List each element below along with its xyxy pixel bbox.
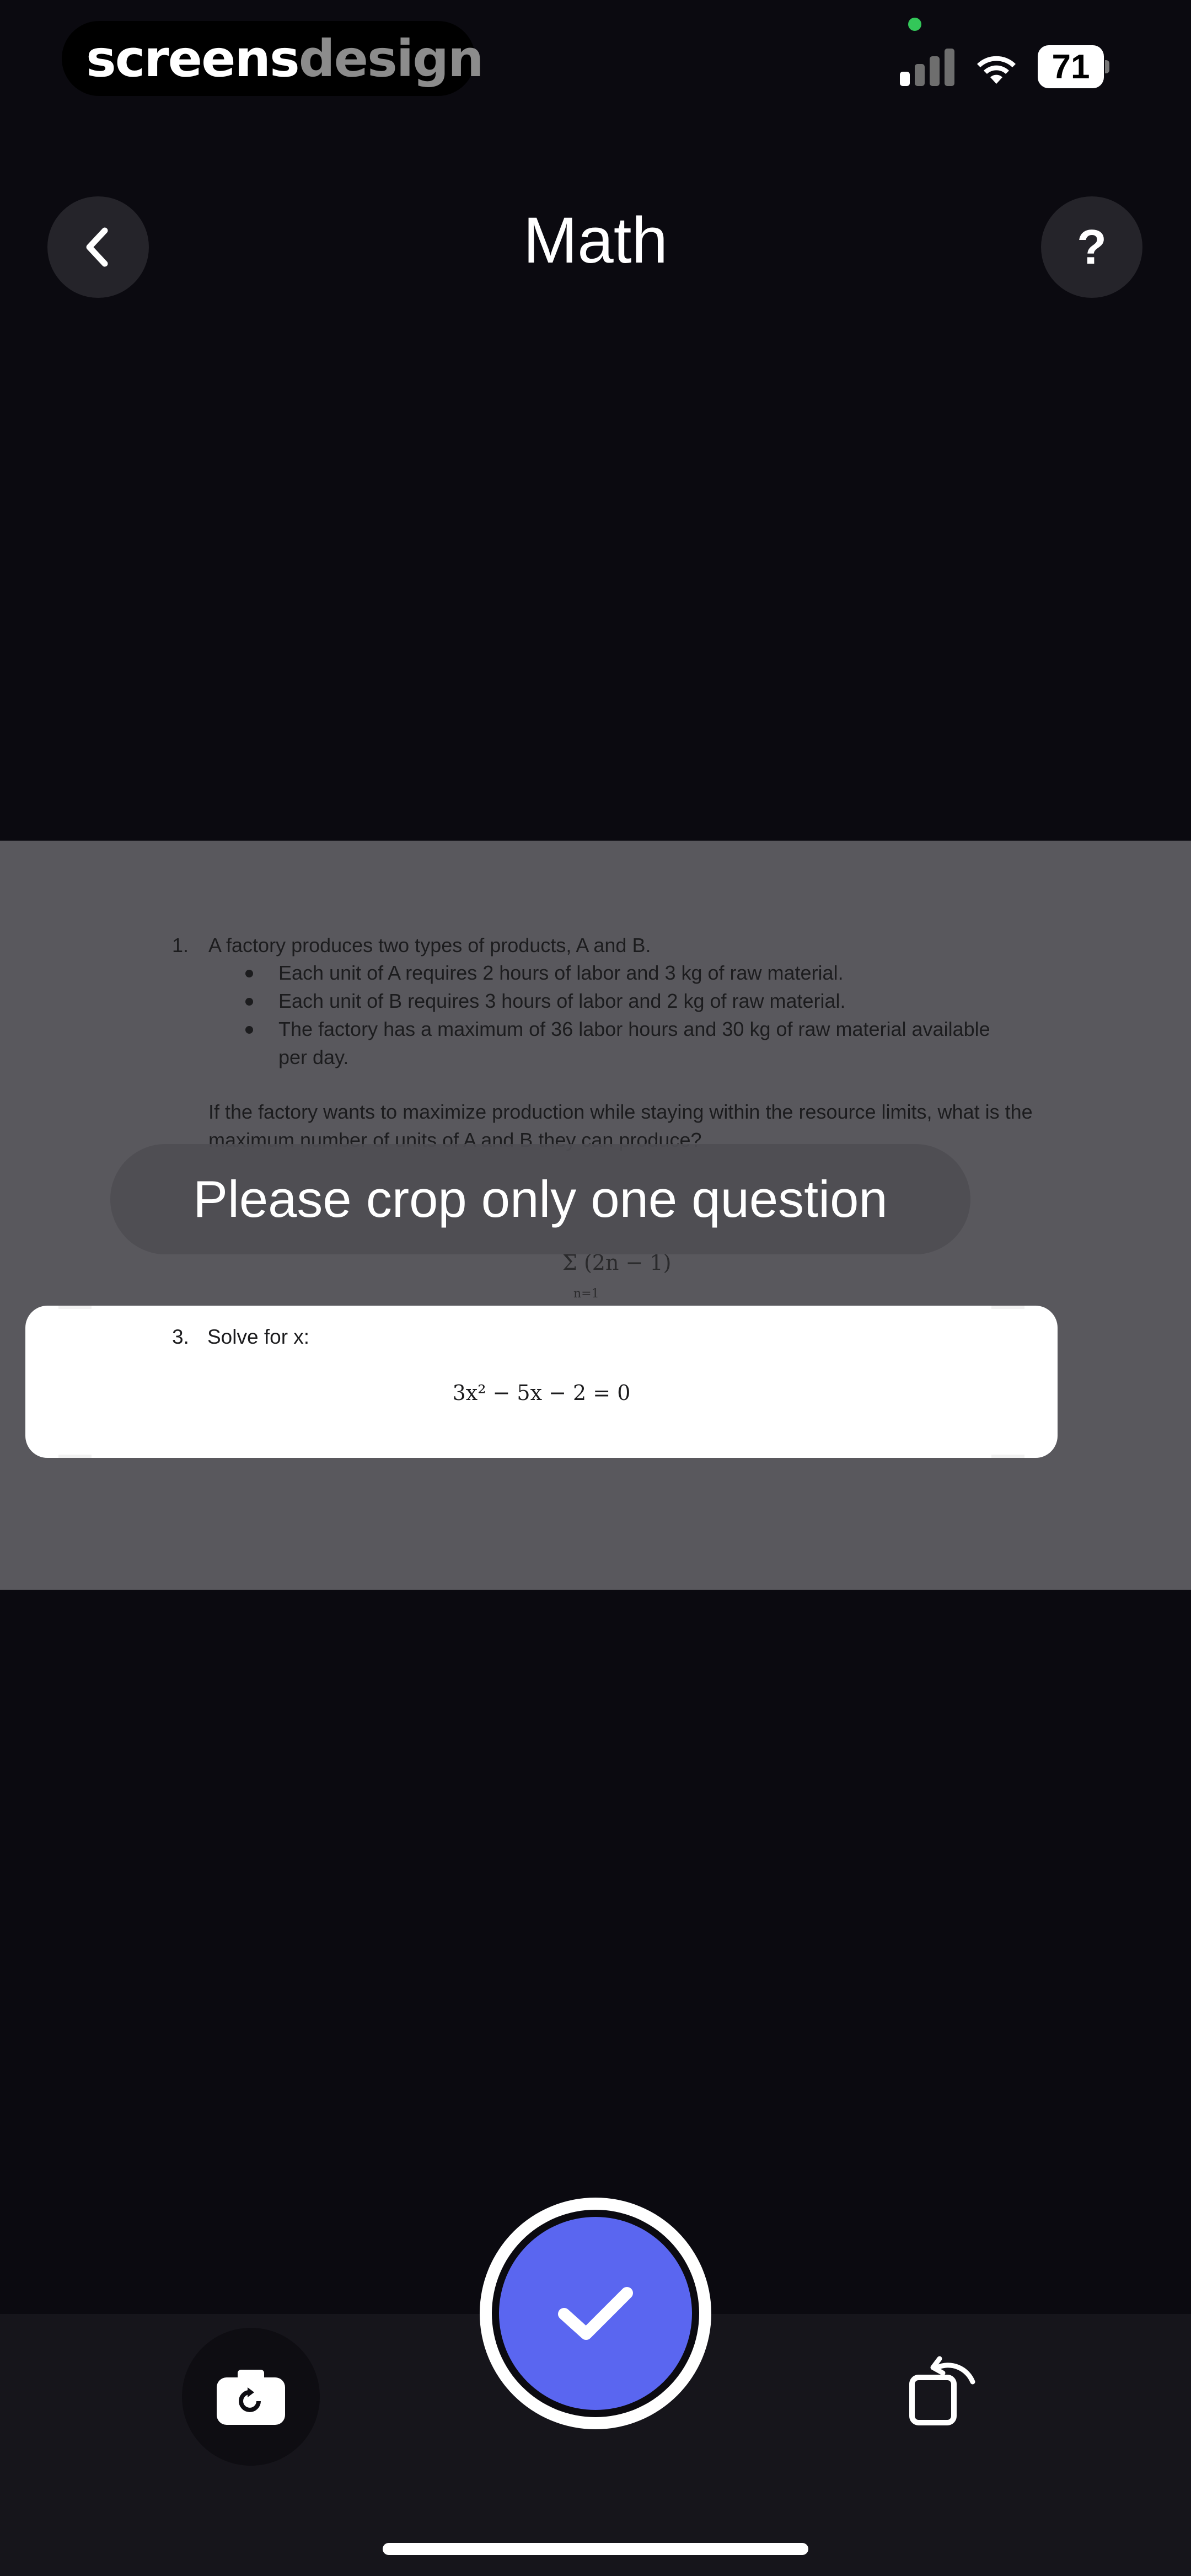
crop-handle-bottom-right[interactable] <box>991 1455 1024 1458</box>
crop-warning-toast: Please crop only one question <box>110 1144 970 1254</box>
battery-icon: 71 <box>1038 45 1109 88</box>
checkmark-icon <box>558 2287 633 2340</box>
page-title: Math <box>523 204 668 277</box>
crop-box[interactable]: 3. Solve for x: 3x² − 5x − 2 = 0 <box>25 1306 1058 1458</box>
question-number: 1. <box>172 934 189 956</box>
screensdesign-logo: screens design <box>62 21 484 96</box>
question-text: Solve for x: <box>207 1326 310 1348</box>
crop-handle-bottom-left[interactable] <box>58 1455 92 1458</box>
sum-lower-bound: n=1 <box>573 1287 599 1301</box>
confirm-core <box>499 2217 692 2410</box>
crop-handle-top-right[interactable] <box>991 1306 1024 1309</box>
confirm-ring <box>492 2210 699 2417</box>
retake-button[interactable] <box>182 2328 320 2466</box>
rotate-image-icon[interactable] <box>904 2351 981 2428</box>
crop-handle-top-left[interactable] <box>58 1306 92 1309</box>
question-intro: A factory produces two types of products… <box>208 934 651 956</box>
camera-indicator <box>908 18 921 31</box>
confirm-button[interactable] <box>480 2198 711 2429</box>
wifi-icon <box>977 56 1016 84</box>
battery-level: 71 <box>1038 45 1104 88</box>
question-bullets: Each unit of A requires 2 hours of labor… <box>245 959 1017 1071</box>
signal-icon <box>900 49 955 86</box>
home-indicator[interactable] <box>383 2543 808 2555</box>
camera-rotate-icon <box>217 2370 285 2425</box>
bullet-item: The factory has a maximum of 36 labor ho… <box>245 1015 1017 1071</box>
brand-part2: design <box>298 29 484 88</box>
bullet-item: Each unit of A requires 2 hours of labor… <box>245 959 1017 987</box>
help-button[interactable]: ? <box>1041 196 1142 298</box>
question-number: 3. <box>172 1326 189 1348</box>
equation: 3x² − 5x − 2 = 0 <box>452 1381 631 1405</box>
battery-nub <box>1105 60 1109 73</box>
bullet-item: Each unit of B requires 3 hours of labor… <box>245 987 1017 1015</box>
brand-part1: screens <box>86 29 300 88</box>
